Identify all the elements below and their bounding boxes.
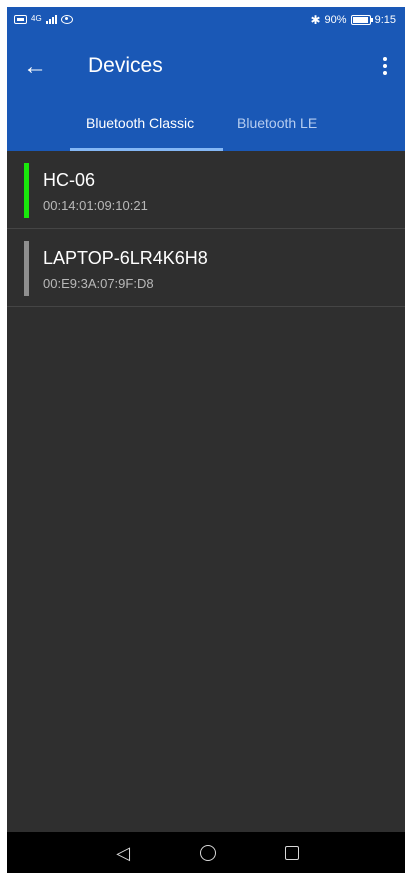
battery-icon <box>350 15 373 25</box>
sim-card-icon <box>14 14 27 24</box>
app-bar: ← Devices <box>7 35 405 97</box>
bluetooth-icon: ✱ <box>310 13 321 27</box>
status-bar: 4G ✱ 90% 9:15 <box>7 7 405 35</box>
clock-time: 9:15 <box>374 14 396 26</box>
device-address: 00:E9:3A:07:9F:D8 <box>43 276 154 291</box>
nav-home-button[interactable] <box>196 841 220 865</box>
back-button[interactable]: ← <box>17 49 53 85</box>
tab-bar: Bluetooth Classic Bluetooth LE <box>7 97 405 151</box>
page-title: Devices <box>88 54 163 77</box>
more-vert-icon <box>383 57 387 61</box>
app-screen: 4G ✱ 90% 9:15 ← Devices Bluetooth Classi… <box>7 7 405 873</box>
tab-bluetooth-le[interactable]: Bluetooth LE <box>237 115 317 131</box>
device-name: HC-06 <box>43 170 96 190</box>
circle-icon <box>200 845 216 861</box>
battery-percent: 90% <box>324 14 347 26</box>
device-list: HC-06 00:14:01:09:10:21 LAPTOP-6LR4K6H8 … <box>7 151 405 307</box>
square-icon <box>285 846 299 860</box>
overflow-menu-button[interactable] <box>373 51 397 81</box>
status-left-icons: 4G <box>14 14 73 24</box>
eye-comfort-icon <box>60 14 73 24</box>
device-status-indicator <box>24 241 29 296</box>
status-right-icons: ✱ 90% 9:15 <box>310 13 396 27</box>
nav-recent-apps-button[interactable] <box>280 841 304 865</box>
triangle-back-icon: ◁ <box>116 842 130 863</box>
more-vert-icon <box>383 71 387 75</box>
network-type-label: 4G <box>31 14 42 23</box>
device-name: LAPTOP-6LR4K6H8 <box>43 248 208 268</box>
nav-back-button[interactable]: ◁ <box>111 841 135 865</box>
back-arrow-icon: ← <box>23 53 47 80</box>
device-status-indicator <box>24 163 29 218</box>
more-vert-icon <box>383 64 387 68</box>
system-navigation-bar: ◁ <box>7 832 405 873</box>
signal-icon <box>45 14 57 24</box>
device-list-item[interactable]: LAPTOP-6LR4K6H8 00:E9:3A:07:9F:D8 <box>7 229 405 307</box>
tab-bluetooth-classic[interactable]: Bluetooth Classic <box>86 115 194 131</box>
device-address: 00:14:01:09:10:21 <box>43 198 148 213</box>
device-list-item[interactable]: HC-06 00:14:01:09:10:21 <box>7 151 405 229</box>
